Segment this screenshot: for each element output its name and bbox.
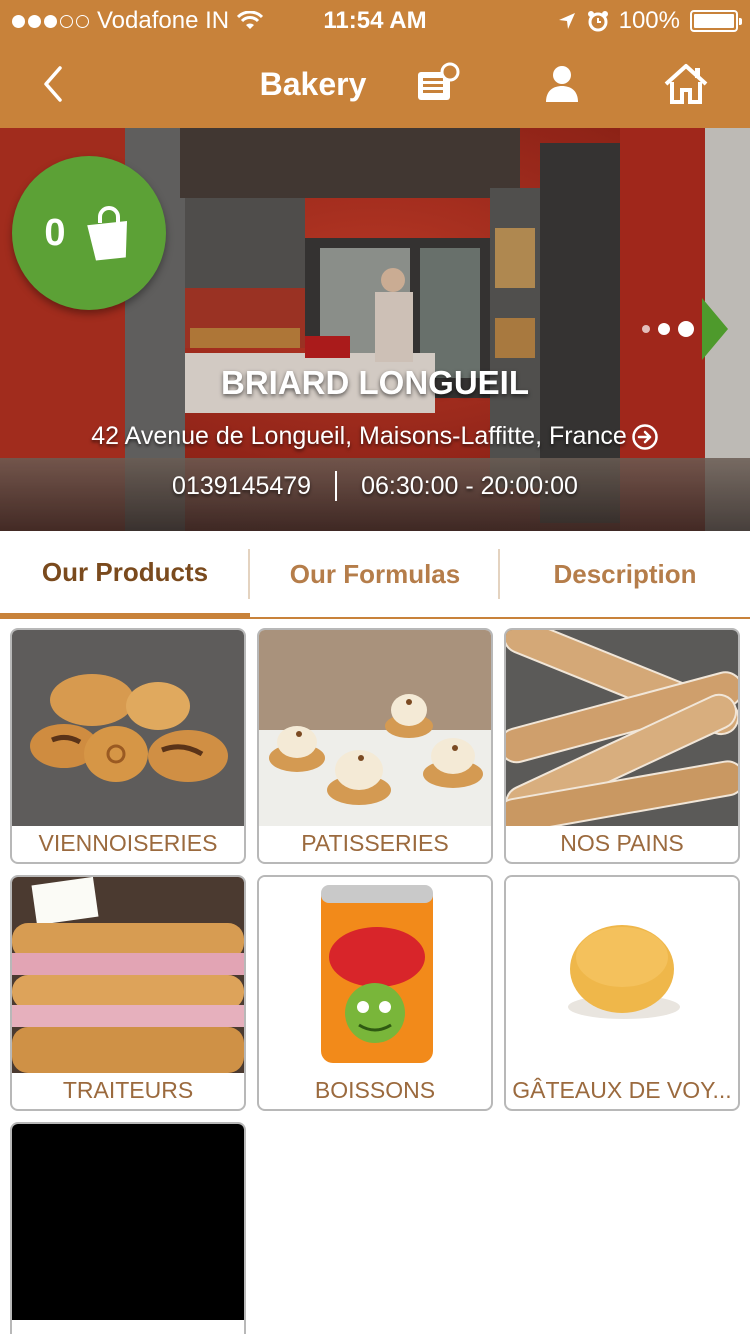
back-chevron-icon[interactable] <box>36 62 70 106</box>
carousel-pager[interactable] <box>642 298 728 360</box>
product-card-viennoiseries[interactable]: VIENNOISERIES <box>10 628 246 864</box>
product-label: TRAITEURS <box>62 1077 194 1103</box>
tab-description[interactable]: Description <box>500 531 750 619</box>
product-card-traiteurs[interactable]: TRAITEURS <box>10 875 246 1111</box>
store-banner: 0 BRIARD LONGUEIL 42 Avenue de Longueil,… <box>0 128 750 531</box>
product-image <box>506 630 738 826</box>
product-image <box>506 877 738 1073</box>
arrow-circle-right-icon[interactable] <box>631 423 659 451</box>
cart-button[interactable]: 0 <box>12 156 166 310</box>
product-image <box>259 630 491 826</box>
menu-list-icon[interactable] <box>414 60 462 108</box>
location-arrow-icon <box>558 13 575 29</box>
status-bar: Vodafone IN 11:54 AM 100% <box>0 0 750 40</box>
product-card-boissons[interactable]: BOISSONS <box>257 875 493 1111</box>
store-name: BRIARD LONGUEIL <box>221 364 529 401</box>
navigation-bar: Bakery <box>0 40 750 128</box>
tab-our-products[interactable]: Our Products <box>0 531 250 619</box>
page-title: Bakery <box>259 66 367 102</box>
product-label: PATISSERIES <box>301 830 449 856</box>
divider <box>335 471 338 501</box>
store-hours: 06:30:00 - 20:00:00 <box>361 471 578 500</box>
status-right: 100% <box>557 7 742 35</box>
cart-count: 0 <box>44 211 66 254</box>
product-label: BOISSONS <box>314 1077 436 1103</box>
product-card-unnamed[interactable] <box>10 1122 246 1334</box>
store-phone[interactable]: 0139145479 <box>172 472 311 501</box>
home-icon[interactable] <box>662 60 710 108</box>
product-label: VIENNOISERIES <box>38 830 218 856</box>
product-label: NOS PAINS <box>560 830 684 856</box>
pager-dot <box>658 323 670 335</box>
product-card-patisseries[interactable]: PATISSERIES <box>257 628 493 864</box>
next-arrow-icon[interactable] <box>702 298 728 360</box>
store-address: 42 Avenue de Longueil, Maisons-Laffitte,… <box>91 422 627 450</box>
product-label: GÂTEAUX DE VOY... <box>512 1077 732 1103</box>
store-contact: 0139145479 06:30:00 - 20:00:00 <box>0 471 750 501</box>
product-card-nos-pains[interactable]: NOS PAINS <box>504 628 740 864</box>
alarm-clock-icon <box>587 11 608 32</box>
product-image <box>12 630 244 826</box>
shopping-bag-icon <box>86 206 127 261</box>
user-icon[interactable] <box>538 60 586 108</box>
product-image-placeholder <box>12 1124 244 1320</box>
pager-dot <box>678 321 694 337</box>
product-grid: VIENNOISERIES PATISSERIES NOS PAINS TRAI… <box>10 628 740 1334</box>
pager-dot <box>642 325 650 333</box>
product-image <box>259 877 491 1073</box>
battery-percent: 100% <box>618 7 680 34</box>
battery-icon <box>690 10 742 32</box>
store-address-link[interactable]: 42 Avenue de Longueil, Maisons-Laffitte,… <box>0 422 750 451</box>
product-card-gateaux-de-voyage[interactable]: GÂTEAUX DE VOY... <box>504 875 740 1111</box>
tab-our-formulas[interactable]: Our Formulas <box>250 531 500 619</box>
tab-bar: Our Products Our Formulas Description <box>0 531 750 619</box>
top-bar: Vodafone IN 11:54 AM 100% Bakery <box>0 0 750 128</box>
product-image <box>12 877 244 1073</box>
